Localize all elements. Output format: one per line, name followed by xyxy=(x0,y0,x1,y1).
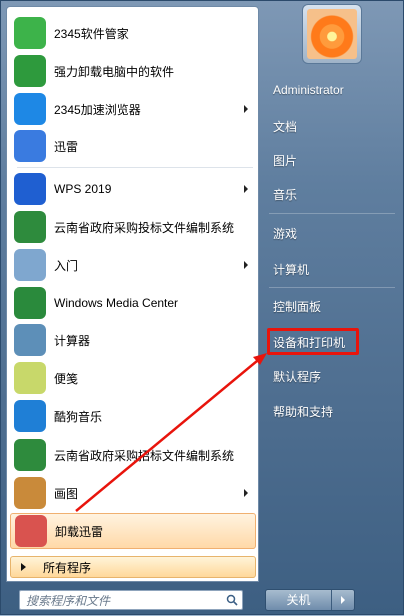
program-label: 云南省政府采购投标文件编制系统 xyxy=(54,220,235,235)
right-item-label: 控制面板 xyxy=(273,299,322,314)
right-item-default-programs[interactable]: 默认程序 xyxy=(265,363,399,389)
flower-picture-icon xyxy=(307,9,357,59)
program-label: 便笺 xyxy=(54,371,79,386)
submenu-arrow-icon[interactable] xyxy=(244,105,248,113)
right-item-pictures[interactable]: 图片 xyxy=(265,147,399,173)
program-label: 2345软件管家 xyxy=(54,26,129,41)
right-item-label: 计算机 xyxy=(273,262,310,277)
right-item-label: 游戏 xyxy=(273,226,298,241)
program-item[interactable]: WPS 2019 xyxy=(10,171,256,207)
program-item[interactable]: 云南省政府采购招标文件编制系统 xyxy=(10,437,256,473)
calculator-icon xyxy=(14,324,46,356)
user-name-link[interactable]: Administrator xyxy=(265,77,399,103)
submenu-arrow-icon[interactable] xyxy=(244,185,248,193)
programs-panel: 2345软件管家强力卸载电脑中的软件 2345加速浏览器 迅雷 WPS 2019 云南省… xyxy=(6,6,259,582)
program-label: 酷狗音乐 xyxy=(54,409,103,424)
program-label: 云南省政府采购招标文件编制系统 xyxy=(54,448,235,463)
program-label: 强力卸载电脑中的软件 xyxy=(54,64,175,79)
search-input[interactable]: 搜索程序和文件 xyxy=(19,590,243,610)
program-item[interactable]: 迅雷 xyxy=(10,128,256,164)
right-item-label: 文档 xyxy=(273,119,298,134)
wps-icon xyxy=(14,173,46,205)
submenu-arrow-icon[interactable] xyxy=(244,489,248,497)
program-item[interactable]: 便笺 xyxy=(10,360,256,396)
right-item-computer[interactable]: 计算机 xyxy=(265,256,399,282)
search-placeholder: 搜索程序和文件 xyxy=(26,593,111,608)
program-item[interactable]: 画图 xyxy=(10,475,256,511)
program-item[interactable]: 云南省政府采购投标文件编制系统 xyxy=(10,209,256,245)
annotation-highlight-box xyxy=(267,328,359,355)
user-name: Administrator xyxy=(273,83,344,97)
divider xyxy=(269,287,395,288)
program-label: 入门 xyxy=(54,258,79,273)
all-programs-button[interactable]: 所有程序 xyxy=(10,556,256,578)
windows-media-center-icon xyxy=(14,287,46,319)
browser-e-icon xyxy=(14,93,46,125)
program-label: 画图 xyxy=(54,486,79,501)
divider xyxy=(17,167,253,168)
search-icon xyxy=(226,594,238,606)
uninstall-xunlei-icon xyxy=(15,515,47,547)
program-label: 迅雷 xyxy=(54,139,79,154)
kugou-icon xyxy=(14,400,46,432)
paint-icon xyxy=(14,477,46,509)
software-manager-icon xyxy=(14,17,46,49)
start-menu: 2345软件管家强力卸载电脑中的软件 2345加速浏览器 迅雷 WPS 2019 云南省… xyxy=(0,0,404,615)
program-item[interactable]: 2345加速浏览器 xyxy=(10,91,256,127)
tender-tool-icon xyxy=(14,439,46,471)
triangle-right-icon xyxy=(21,563,26,571)
program-item[interactable]: 计算器 xyxy=(10,322,256,358)
getting-started-icon xyxy=(14,249,46,281)
right-item-label: 默认程序 xyxy=(273,369,322,384)
all-programs-label: 所有程序 xyxy=(43,560,92,575)
program-item[interactable]: 强力卸载电脑中的软件 xyxy=(10,53,256,89)
recycle-bin-icon xyxy=(14,55,46,87)
program-label: Windows Media Center xyxy=(54,296,179,310)
xunlei-bird-icon xyxy=(14,130,46,162)
right-item-help-support[interactable]: 帮助和支持 xyxy=(265,398,399,424)
program-item[interactable]: 酷狗音乐 xyxy=(10,398,256,434)
program-item[interactable]: 卸载迅雷 xyxy=(10,513,256,549)
shutdown-button[interactable]: 关机 xyxy=(265,589,355,611)
right-item-label: 音乐 xyxy=(273,187,298,202)
user-avatar[interactable] xyxy=(302,4,362,64)
right-item-music[interactable]: 音乐 xyxy=(265,181,399,207)
program-item[interactable]: 2345软件管家 xyxy=(10,15,256,51)
sticky-notes-icon xyxy=(14,362,46,394)
submenu-arrow-icon[interactable] xyxy=(244,261,248,269)
program-label: 卸载迅雷 xyxy=(55,524,104,539)
program-item[interactable]: 入门 xyxy=(10,247,256,283)
shutdown-label: 关机 xyxy=(266,590,332,610)
program-item[interactable]: Windows Media Center xyxy=(10,285,256,321)
right-item-documents[interactable]: 文档 xyxy=(265,113,399,139)
program-label: WPS 2019 xyxy=(54,182,112,196)
bid-tool-icon xyxy=(14,211,46,243)
shutdown-options-arrow-icon[interactable] xyxy=(332,596,354,604)
right-item-control-panel[interactable]: 控制面板 xyxy=(265,293,399,319)
program-label: 2345加速浏览器 xyxy=(54,102,141,117)
program-label: 计算器 xyxy=(54,333,91,348)
right-item-label: 帮助和支持 xyxy=(273,404,334,419)
right-item-games[interactable]: 游戏 xyxy=(265,220,399,246)
divider xyxy=(269,213,395,214)
right-item-label: 图片 xyxy=(273,153,298,168)
